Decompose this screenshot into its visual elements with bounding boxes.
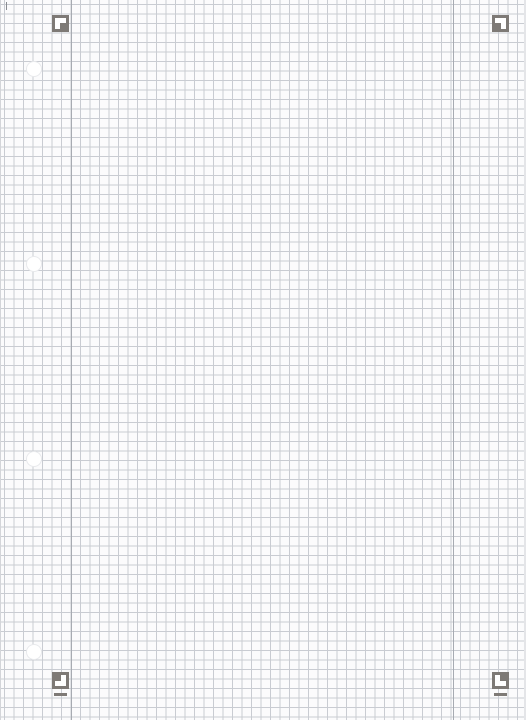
paper-left-edge [0,0,1,720]
registration-bar-icon [494,693,507,696]
punch-hole [27,645,41,659]
registration-marker-icon [492,15,509,32]
registration-marker-icon [52,672,69,689]
punch-hole [27,62,41,76]
left-margin-line [71,0,72,720]
corner-mark [6,2,7,10]
punch-hole [27,452,41,466]
registration-marker-icon [492,672,509,689]
registration-bar-icon [54,693,67,696]
graph-paper-sheet [0,0,526,720]
registration-marker-icon [52,15,69,32]
right-margin-line [453,0,454,720]
punch-hole [27,257,41,271]
